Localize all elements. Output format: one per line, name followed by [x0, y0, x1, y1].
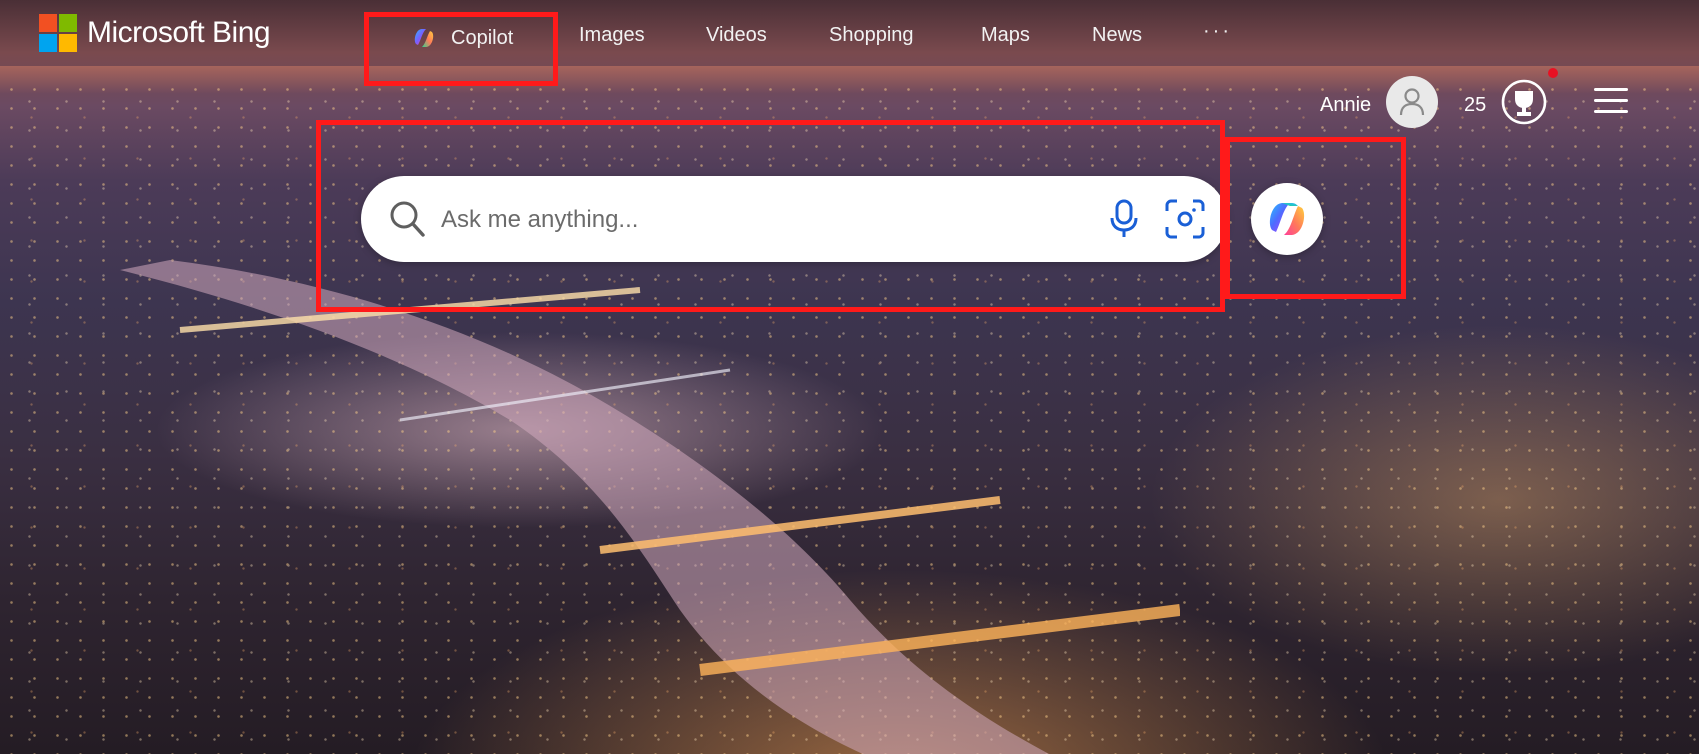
- nav-label-copilot: Copilot: [451, 26, 514, 49]
- nav-item-news[interactable]: News: [1092, 24, 1142, 47]
- logo-text: Microsoft Bing: [87, 16, 271, 49]
- microsoft-logo-icon: [39, 14, 77, 52]
- rewards-points[interactable]: 25: [1464, 94, 1486, 117]
- person-icon: [1399, 88, 1425, 116]
- copilot-icon: [414, 29, 434, 47]
- copilot-icon: [1269, 203, 1305, 235]
- nav-item-maps[interactable]: Maps: [981, 24, 1030, 47]
- bing-logo[interactable]: Microsoft Bing: [39, 14, 271, 52]
- search-box[interactable]: [361, 176, 1227, 262]
- top-bar: Microsoft Bing Copilot Images Videos Sho…: [0, 0, 1699, 76]
- user-avatar-icon[interactable]: [1386, 76, 1438, 128]
- camera-visual-search-icon[interactable]: [1164, 198, 1206, 240]
- copilot-button[interactable]: [1251, 183, 1323, 255]
- nav-item-shopping[interactable]: Shopping: [829, 24, 914, 47]
- microphone-icon[interactable]: [1108, 198, 1140, 240]
- nav-item-videos[interactable]: Videos: [706, 24, 767, 47]
- notification-dot: [1548, 68, 1558, 78]
- search-input[interactable]: [439, 194, 1043, 246]
- hamburger-menu-icon[interactable]: [1594, 88, 1628, 116]
- search-icon: [390, 201, 425, 237]
- nav-item-images[interactable]: Images: [579, 24, 645, 47]
- nav-item-copilot[interactable]: Copilot: [410, 24, 513, 52]
- more-nav-button[interactable]: ···: [1203, 20, 1232, 43]
- rewards-trophy-icon[interactable]: [1501, 79, 1547, 125]
- user-name[interactable]: Annie: [1320, 94, 1371, 117]
- bing-homepage: Microsoft Bing Copilot Images Videos Sho…: [0, 0, 1699, 754]
- user-area: Annie 25: [1099, 68, 1699, 132]
